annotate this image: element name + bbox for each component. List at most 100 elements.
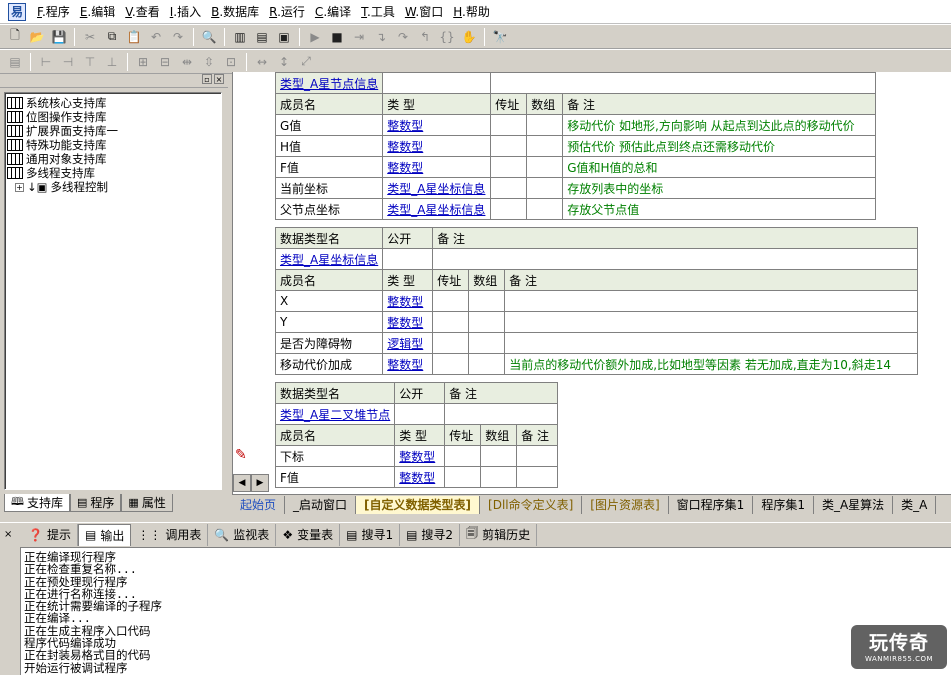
panel-close-icon[interactable]: ×: [214, 74, 224, 84]
table-row[interactable]: H值 整数型 预估代价 预估此点到终点还需移动代价: [274, 135, 876, 157]
space-h-icon[interactable]: ⇹: [177, 52, 197, 72]
tree-item[interactable]: 扩展界面支持库一: [7, 124, 219, 138]
redo-icon[interactable]: ↷: [168, 27, 188, 47]
tab-properties[interactable]: ▦ 属性: [121, 494, 173, 512]
tab-start-page[interactable]: 起始页: [232, 495, 286, 514]
layout-top-icon[interactable]: ▤: [252, 27, 272, 47]
equal-icon[interactable]: ⊡: [221, 52, 241, 72]
code-editor[interactable]: ✎ 类型_A星节点信息 成员名 类 型 传址 数组 备 注 G值 整数型 移动代…: [232, 72, 951, 494]
table-row[interactable]: 类型_A星二叉堆节点: [274, 403, 558, 425]
menu-database[interactable]: B.数据库: [206, 3, 264, 20]
tab-watch[interactable]: 🔍 监视表: [208, 523, 277, 546]
tab-variables[interactable]: ❖ 变量表: [276, 523, 341, 546]
output-pane[interactable]: 正在编译现行程序 正在检查重复名称... 正在预处理现行程序 正在进行名称连接.…: [20, 547, 951, 675]
table-row[interactable]: 是否为障碍物 逻辑型: [274, 332, 918, 354]
height-icon[interactable]: ↕: [274, 52, 294, 72]
watch-icon[interactable]: 🔭: [490, 27, 510, 47]
cut-icon[interactable]: ✂: [80, 27, 100, 47]
menu-insert[interactable]: I.插入: [165, 3, 206, 20]
tab-window-assembly[interactable]: 窗口程序集1: [669, 495, 754, 514]
align-bottom-icon[interactable]: ⊥: [102, 52, 122, 72]
copy-icon[interactable]: ⧉: [102, 27, 122, 47]
table-row[interactable]: 父节点坐标 类型_A星坐标信息 存放父节点值: [274, 198, 876, 220]
width-icon[interactable]: ↔: [252, 52, 272, 72]
tree-item[interactable]: 特殊功能支持库: [7, 138, 219, 152]
menu-run[interactable]: R.运行: [264, 3, 310, 20]
table-row[interactable]: G值 整数型 移动代价 如地形,方向影响 从起点到达此点的移动代价: [274, 114, 876, 136]
type-name-cell[interactable]: 类型_A星二叉堆节点: [274, 403, 396, 425]
center-v-icon[interactable]: ⊟: [155, 52, 175, 72]
menu-edit[interactable]: E.编辑: [75, 3, 120, 20]
align-icon[interactable]: ▤: [5, 52, 25, 72]
search1-icon: ▤: [346, 527, 358, 542]
tree-item[interactable]: 系统核心支持库: [7, 96, 219, 110]
align-center-icon[interactable]: ⊣: [58, 52, 78, 72]
tab-assembly-1[interactable]: 程序集1: [753, 495, 814, 514]
menu-view[interactable]: V.查看: [120, 3, 165, 20]
new-file-icon[interactable]: 🗋: [5, 27, 25, 47]
stop-icon[interactable]: ■: [327, 27, 347, 47]
menu-help[interactable]: H.帮助: [448, 3, 495, 20]
center-h-icon[interactable]: ⊞: [133, 52, 153, 72]
tab-library[interactable]: 🕮 支持库: [4, 494, 70, 512]
menu-window[interactable]: W.窗口: [400, 3, 448, 20]
tab-call-stack[interactable]: ⋮⋮ 调用表: [131, 523, 209, 546]
table-row[interactable]: F值 整数型 G值和H值的总和: [274, 156, 876, 178]
tab-clip-history[interactable]: 🗐 剪辑历史: [460, 523, 538, 546]
layout-left-icon[interactable]: ▥: [230, 27, 250, 47]
tab-search-1[interactable]: ▤ 搜寻1: [340, 523, 401, 546]
table-row[interactable]: 当前坐标 类型_A星坐标信息 存放列表中的坐标: [274, 177, 876, 199]
scroll-left-icon[interactable]: ◀: [233, 474, 251, 492]
tab-startup-window[interactable]: _启动窗口: [285, 495, 357, 514]
expand-icon[interactable]: +: [15, 182, 24, 192]
align-left-icon[interactable]: ⊢: [36, 52, 56, 72]
size-icon[interactable]: ⤢: [296, 52, 316, 72]
tab-astar-class[interactable]: 类_A星算法: [814, 495, 894, 514]
tab-dll-commands[interactable]: [Dll命令定义表]: [480, 495, 583, 514]
toolbar-separator: [193, 27, 194, 46]
align-top-icon[interactable]: ⊤: [80, 52, 100, 72]
breakpoint-icon[interactable]: {}: [437, 27, 457, 47]
step-into-icon[interactable]: ↴: [371, 27, 391, 47]
type-name-cell[interactable]: 类型_A星坐标信息: [274, 248, 384, 270]
step-out-icon[interactable]: ↰: [415, 27, 435, 47]
hand-icon[interactable]: ✋: [459, 27, 479, 47]
find-icon[interactable]: 🔍: [199, 27, 219, 47]
open-folder-icon[interactable]: 📂: [27, 27, 47, 47]
layout-full-icon[interactable]: ▣: [274, 27, 294, 47]
tab-class-a[interactable]: 类_A: [893, 495, 937, 514]
menu-compile[interactable]: C.编译: [310, 3, 356, 20]
table-row[interactable]: 下标 整数型: [274, 445, 558, 467]
paste-icon[interactable]: 📋: [124, 27, 144, 47]
table-row[interactable]: X 整数型: [274, 290, 918, 312]
horizontal-scrollbar[interactable]: ◀ ▶: [233, 474, 273, 492]
tab-custom-types[interactable]: [自定义数据类型表]: [356, 495, 481, 514]
menu-program[interactable]: F.程序: [32, 3, 75, 20]
tab-hint[interactable]: ❓ 提示: [22, 523, 78, 546]
tree-item[interactable]: 多线程支持库: [7, 166, 219, 180]
panel-restore-icon[interactable]: ▫: [202, 74, 212, 84]
step-icon[interactable]: ⇥: [349, 27, 369, 47]
space-v-icon[interactable]: ⇳: [199, 52, 219, 72]
tab-program[interactable]: ▤ 程序: [70, 494, 122, 512]
type-name-cell[interactable]: 类型_A星节点信息: [274, 72, 384, 94]
library-tree[interactable]: 系统核心支持库 位图操作支持库 扩展界面支持库一 特殊功能支持库 通用对象支持库…: [4, 92, 222, 490]
table-row[interactable]: F值 整数型: [274, 466, 558, 488]
step-over-icon[interactable]: ↷: [393, 27, 413, 47]
output-tabs: × ❓ 提示 ▤ 输出 ⋮⋮ 调用表 🔍 监视表 ❖ 变量表 ▤ 搜寻1 ▤ 搜寻2 🗐 剪辑历…: [0, 522, 951, 546]
table-row[interactable]: 类型_A星坐标信息: [274, 248, 918, 270]
run-icon[interactable]: ▶: [305, 27, 325, 47]
tree-child-item[interactable]: + ↓▣ 多线程控制: [7, 180, 219, 194]
table-row[interactable]: Y 整数型: [274, 311, 918, 333]
tree-item[interactable]: 位图操作支持库: [7, 110, 219, 124]
save-icon[interactable]: 💾: [49, 27, 69, 47]
tab-image-resources[interactable]: [图片资源表]: [582, 495, 669, 514]
menu-tools[interactable]: T.工具: [356, 3, 400, 20]
table-row[interactable]: 移动代价加成 整数型 当前点的移动代价额外加成,比如地型等因素 若无加成,直走为…: [274, 353, 918, 375]
close-icon[interactable]: ×: [4, 529, 16, 540]
scroll-right-icon[interactable]: ▶: [251, 474, 269, 492]
tree-item[interactable]: 通用对象支持库: [7, 152, 219, 166]
undo-icon[interactable]: ↶: [146, 27, 166, 47]
tab-search-2[interactable]: ▤ 搜寻2: [400, 523, 461, 546]
tab-output[interactable]: ▤ 输出: [77, 523, 132, 546]
